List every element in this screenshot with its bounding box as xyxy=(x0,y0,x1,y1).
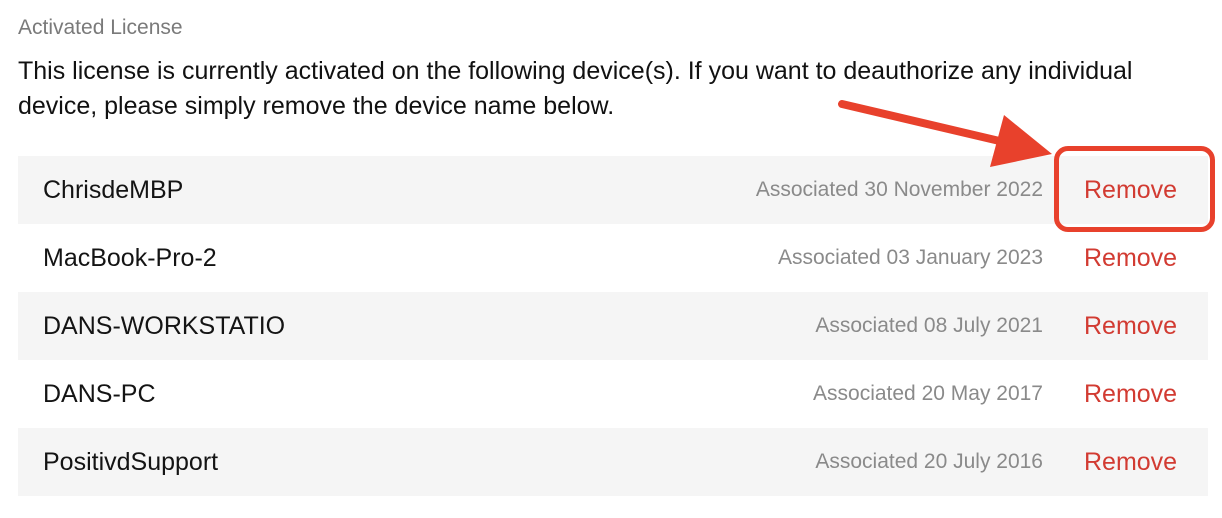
device-name: MacBook-Pro-2 xyxy=(43,243,217,272)
remove-device-button[interactable]: Remove xyxy=(1084,312,1208,341)
device-name: ChrisdeMBP xyxy=(43,175,184,204)
device-row: ChrisdeMBP Associated 30 November 2022 R… xyxy=(18,156,1208,224)
device-associated-date: Associated 20 May 2017 xyxy=(813,382,1043,405)
device-name: PositivdSupport xyxy=(43,447,219,476)
device-name: DANS-PC xyxy=(43,379,156,408)
device-row: DANS-PC Associated 20 May 2017 Remove xyxy=(18,360,1208,428)
remove-device-button[interactable]: Remove xyxy=(1084,244,1208,273)
device-associated-date: Associated 08 July 2021 xyxy=(815,314,1043,337)
device-row: DANS-WORKSTATIO Associated 08 July 2021 … xyxy=(18,292,1208,360)
device-row: PositivdSupport Associated 20 July 2016 … xyxy=(18,428,1208,496)
device-associated-date: Associated 30 November 2022 xyxy=(755,178,1043,201)
section-label: Activated License xyxy=(18,16,183,39)
device-row: MacBook-Pro-2 Associated 03 January 2023… xyxy=(18,224,1208,292)
license-description: This license is currently activated on t… xyxy=(18,57,1133,120)
device-associated-date: Associated 20 July 2016 xyxy=(815,450,1043,473)
device-list: ChrisdeMBP Associated 30 November 2022 R… xyxy=(18,156,1208,496)
remove-device-button[interactable]: Remove xyxy=(1084,380,1208,409)
remove-device-button[interactable]: Remove xyxy=(1084,176,1208,205)
remove-device-button[interactable]: Remove xyxy=(1084,448,1208,477)
device-name: DANS-WORKSTATIO xyxy=(43,311,286,340)
device-associated-date: Associated 03 January 2023 xyxy=(777,246,1043,269)
